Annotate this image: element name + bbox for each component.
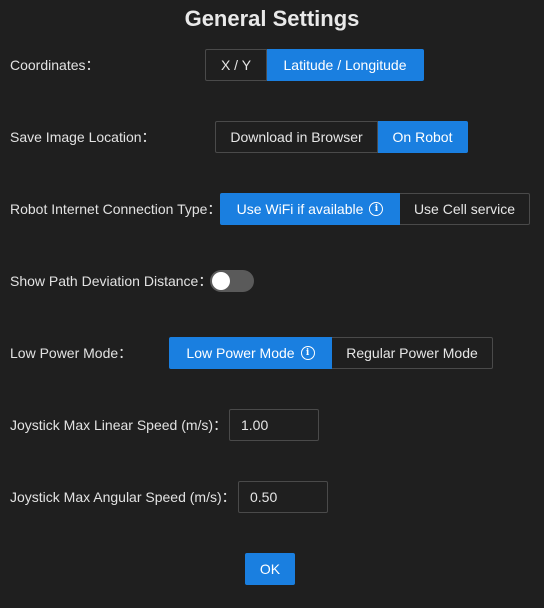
low-power-mode-option[interactable]: Low Power Mode i (169, 337, 332, 369)
use-cell-service-option[interactable]: Use Cell service (400, 193, 530, 225)
coordinates-xy-option[interactable]: X / Y (205, 49, 267, 81)
coordinates-label: Coordinates： (10, 57, 100, 73)
save-image-location-segmented: Download in Browser On Robot (215, 121, 468, 153)
joystick-angular-label: Joystick Max Angular Speed (m/s)： (10, 489, 236, 505)
joystick-linear-row: Joystick Max Linear Speed (m/s)： (10, 409, 227, 441)
use-wifi-label: Use WiFi if available (236, 201, 364, 217)
joystick-linear-label: Joystick Max Linear Speed (m/s)： (10, 417, 228, 433)
on-robot-option[interactable]: On Robot (378, 121, 468, 153)
coordinates-latlon-option[interactable]: Latitude / Longitude (267, 49, 424, 81)
path-deviation-toggle[interactable] (210, 270, 254, 292)
use-wifi-option[interactable]: Use WiFi if available i (220, 193, 400, 225)
toggle-knob (212, 272, 230, 290)
path-deviation-label: Show Path Deviation Distance： (10, 273, 213, 289)
save-image-location-label: Save Image Location： (10, 129, 156, 145)
joystick-angular-input[interactable] (238, 481, 328, 513)
low-power-mode-option-label: Low Power Mode (186, 345, 295, 361)
low-power-mode-row: Low Power Mode： (10, 337, 132, 369)
info-icon[interactable]: i (300, 346, 315, 360)
save-image-location-row: Save Image Location： (10, 121, 156, 153)
joystick-angular-row: Joystick Max Angular Speed (m/s)： (10, 481, 236, 513)
path-deviation-row: Show Path Deviation Distance： (10, 265, 212, 297)
info-icon[interactable]: i (369, 202, 384, 216)
low-power-mode-segmented: Low Power Mode i Regular Power Mode (169, 337, 493, 369)
ok-button[interactable]: OK (245, 553, 295, 585)
coordinates-row: Coordinates： (10, 49, 100, 81)
internet-connection-label: Robot Internet Connection Type： (10, 201, 222, 217)
download-in-browser-option[interactable]: Download in Browser (215, 121, 378, 153)
internet-connection-segmented: Use WiFi if available i Use Cell service (220, 193, 530, 225)
internet-connection-row: Robot Internet Connection Type： (10, 193, 221, 225)
low-power-mode-label: Low Power Mode： (10, 345, 133, 361)
joystick-linear-input[interactable] (229, 409, 319, 441)
regular-power-mode-option[interactable]: Regular Power Mode (332, 337, 493, 369)
dialog-title: General Settings (184, 6, 360, 31)
coordinates-segmented: X / Y Latitude / Longitude (205, 49, 424, 81)
